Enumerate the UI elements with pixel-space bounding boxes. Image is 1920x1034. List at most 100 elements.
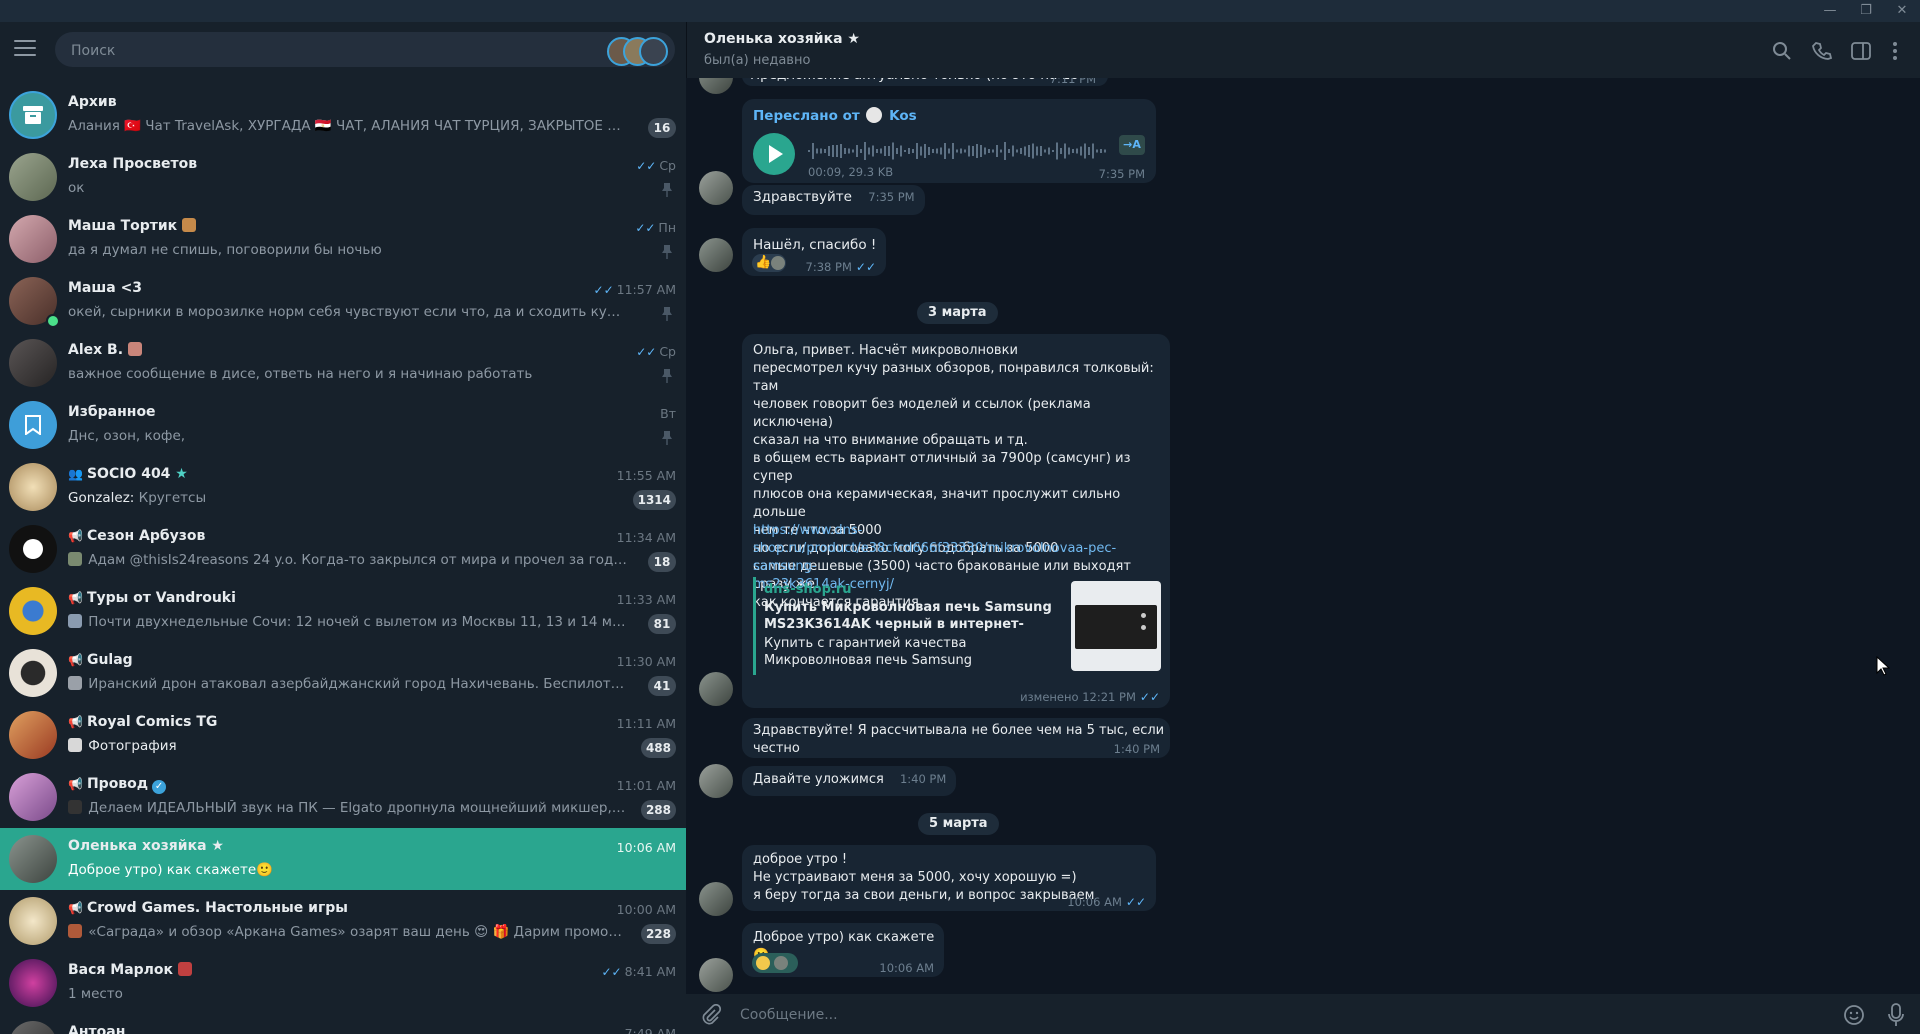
unread-badge: 81 (648, 614, 676, 634)
search-icon[interactable] (1771, 40, 1793, 62)
waveform-bar (912, 149, 914, 153)
chat-item[interactable]: 👥 SOCIO 404 ★ 11:55 AM Gonzalez: Кругетсы… (0, 456, 686, 518)
reaction-thumbs-up[interactable]: 👍 (752, 254, 786, 272)
chat-time: 11:55 AM (616, 468, 676, 483)
chat-status: был(а) недавно (704, 53, 811, 68)
chat-item[interactable]: 📢 Сезон Арбузов 11:34 AM Адам @thisIs24re… (0, 518, 686, 580)
chat-time: 11:01 AM (616, 778, 676, 793)
reaction-avatar (771, 256, 785, 270)
chat-preview: Фотография (68, 738, 628, 754)
chat-item[interactable]: 📢 Crowd Games. Настольные игры 10:00 AM «… (0, 890, 686, 952)
waveform[interactable] (808, 139, 1108, 163)
message-bubble[interactable]: Нашёл, спасибо ! 👍 7:38 PM ✓✓ (742, 228, 886, 276)
photo-thumb-icon (68, 738, 82, 752)
waveform-bar (828, 146, 830, 156)
chat-area: Оленька хозяйка ★ был(а) недавно Предлож… (686, 22, 1920, 1034)
sender-avatar[interactable] (699, 238, 733, 272)
sender-avatar[interactable] (699, 882, 733, 916)
chat-item[interactable]: Вася Марлок ✓✓ 8:41 AM 1 место (0, 952, 686, 1014)
chat-name: Архив (68, 94, 117, 110)
waveform-bar (820, 148, 822, 154)
emoji-icon[interactable] (1842, 1003, 1866, 1027)
chat-item[interactable]: Маша Тортик ✓✓ Пн да я думал не спишь, по… (0, 208, 686, 270)
sender-avatar[interactable] (699, 764, 733, 798)
hamburger-menu-icon[interactable] (14, 40, 36, 56)
message-bubble[interactable]: Доброе утро) как скажете🙂 10:06 AM (742, 923, 944, 977)
chat-item[interactable]: 📢 Royal Comics TG 11:11 AM Фотография 488 (0, 704, 686, 766)
play-button[interactable] (753, 133, 795, 175)
chat-name: Избранное (68, 404, 156, 420)
close-icon[interactable]: ✕ (1884, 0, 1920, 22)
attach-icon[interactable] (700, 1004, 722, 1026)
chat-preview: «Саграда» и обзор «Аркана Games» озарят … (68, 924, 628, 940)
chat-item[interactable]: Маша <3 ✓✓ 11:57 AM окей, сырники в мороз… (0, 270, 686, 332)
forwarded-label[interactable]: Переслано от Kos (753, 107, 917, 125)
search-box[interactable] (55, 32, 675, 69)
cake-emoji-icon (182, 218, 197, 232)
chat-name: 📢 Crowd Games. Настольные игры (68, 900, 348, 916)
message-bubble[interactable]: Ольга, привет. Насчёт микроволновки перес… (742, 334, 1170, 708)
chat-preview: окей, сырники в морозилке норм себя чувс… (68, 304, 628, 320)
chat-item-saved[interactable]: Избранное Вт Днс, озон, кофе, (0, 394, 686, 456)
message-bubble[interactable]: Здравствуйте 7:35 PM (742, 185, 925, 215)
link-preview[interactable]: dns-shop.ru Купить Микроволновая печь Sa… (753, 577, 1164, 675)
sender-avatar[interactable] (699, 958, 733, 992)
chat-title[interactable]: Оленька хозяйка ★ (704, 31, 860, 47)
chat-item[interactable]: Alex B. ✓✓ Ср важное сообщение в дисе, от… (0, 332, 686, 394)
message-input[interactable] (738, 1000, 1742, 1030)
waveform-bar (916, 143, 918, 159)
message-bubble[interactable]: доброе утро ! Не устраивают меня за 5000,… (742, 845, 1156, 911)
chat-item-active[interactable]: Оленька хозяйка ★ 10:06 AM Доброе утро) … (0, 828, 686, 890)
story-avatar[interactable] (639, 37, 668, 66)
message-bubble[interactable]: Здравствуйте! Я рассчитывала не более че… (742, 718, 1170, 758)
preview-description: Купить с гарантией качества Микроволнова… (764, 636, 973, 668)
sender-avatar[interactable] (699, 78, 733, 94)
message-time: 1:40 PM (1113, 742, 1160, 756)
waveform-bar (840, 144, 842, 158)
minimize-icon[interactable]: — (1812, 0, 1848, 22)
sender-avatar[interactable] (699, 672, 733, 706)
sidebar-toggle-icon[interactable] (1850, 40, 1872, 62)
message-bubble[interactable]: Давайте уложимся 1:40 PM (742, 766, 957, 796)
waveform-bar (920, 146, 922, 156)
chat-preview: Адам @thisIs24reasons 24 y.o. Когда-то з… (68, 552, 628, 568)
waveform-bar (876, 149, 878, 153)
maximize-icon[interactable]: ❐ (1848, 0, 1884, 22)
message-line: пересмотрел кучу разных обзоров, понрави… (753, 361, 1154, 394)
waveform-bar (880, 148, 882, 154)
chat-item[interactable]: 📢 Провод ✓ 11:01 AM Делаем ИДЕАЛЬНЫЙ звук … (0, 766, 686, 828)
chat-item[interactable]: 📢 Туры от Vandrouki 11:33 AM Почти двухне… (0, 580, 686, 642)
unread-badge: 288 (640, 800, 676, 820)
preview-image[interactable] (1071, 581, 1161, 671)
stories-strip[interactable] (605, 35, 668, 66)
phone-icon[interactable] (1811, 40, 1833, 62)
chat-header[interactable]: Оленька хозяйка ★ был(а) недавно (686, 22, 1920, 78)
sender-avatar[interactable] (699, 171, 733, 205)
date-separator: 3 марта (917, 302, 998, 324)
avatar (9, 835, 57, 883)
chat-item[interactable]: 📢 Gulag 11:30 AM Иранский дрон атаковал а… (0, 642, 686, 704)
waveform-bar (1020, 148, 1022, 154)
message-line: Не устраивают меня за 5000, хочу хорошую… (753, 870, 1077, 885)
read-check-icon: ✓✓ (636, 345, 657, 359)
message-bubble[interactable]: Предложение актуально только (но это на … (742, 78, 1108, 86)
search-input[interactable] (69, 32, 593, 69)
waveform-bar (872, 145, 874, 157)
waveform-bar (948, 148, 950, 154)
voice-message-bubble[interactable]: Переслано от Kos →A 00:09, 29.3 KB 7:35 … (742, 99, 1156, 183)
waveform-bar (812, 143, 814, 159)
waveform-bar (860, 149, 862, 153)
reaction-emoji[interactable] (752, 953, 798, 973)
waveform-bar (1004, 142, 1006, 160)
chat-item[interactable]: Антоан 7:49 AM (0, 1014, 686, 1034)
read-check-icon: ✓✓ (636, 159, 657, 173)
more-vertical-icon[interactable] (1884, 40, 1906, 62)
chat-item[interactable]: Леха Просветов ✓✓ Ср ок (0, 146, 686, 208)
message-line: в общем есть вариант отличный за 7900р (… (753, 451, 1131, 484)
chat-item-archive[interactable]: Архив Алания 🇹🇷 Чат TravelAsk, ХУРГАДА 🇪… (0, 84, 686, 146)
sidebar: Архив Алания 🇹🇷 Чат TravelAsk, ХУРГАДА 🇪… (0, 22, 686, 1034)
transcribe-button[interactable]: →A (1119, 135, 1145, 155)
microphone-icon[interactable] (1886, 1002, 1906, 1028)
microwave-image (1075, 605, 1157, 649)
message-time: 10:06 AM ✓✓ (1067, 895, 1146, 909)
